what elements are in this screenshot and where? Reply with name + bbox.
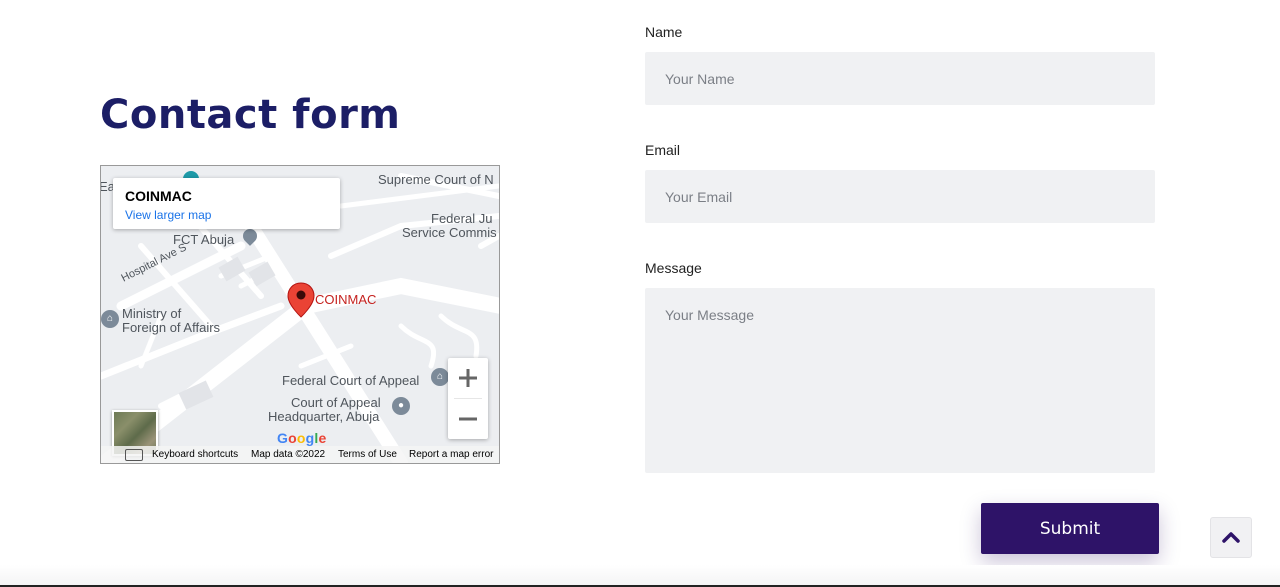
message-textarea[interactable]	[645, 288, 1155, 473]
page-title: Contact form	[100, 92, 401, 138]
map-zoom-controls	[448, 358, 488, 439]
location-icon: ●	[392, 397, 410, 415]
map-label-service-commission: Service Commis	[402, 225, 497, 240]
view-larger-map-link[interactable]: View larger map	[125, 208, 211, 222]
map-label-supreme-court: Supreme Court of N	[378, 172, 494, 187]
google-logo: Google	[277, 430, 327, 446]
map-label-court-appeal-hq-1: Court of Appeal	[291, 395, 381, 410]
map-pin-label: COINMAC	[315, 292, 377, 307]
message-label: Message	[645, 260, 702, 276]
map-label-ministry-1: Ministry of	[122, 306, 182, 321]
name-label: Name	[645, 24, 683, 40]
submit-button[interactable]: Submit	[981, 503, 1159, 554]
chevron-up-icon	[1222, 532, 1240, 543]
map-label-federal-judicial: Federal Ju	[431, 211, 493, 226]
map-label-court-appeal-hq-2: Headquarter, Abuja	[268, 409, 380, 424]
keyboard-icon	[125, 449, 143, 461]
email-input[interactable]	[645, 170, 1155, 223]
map-info-card: COINMAC View larger map	[113, 178, 340, 229]
plus-icon	[459, 369, 477, 387]
terms-of-use-link[interactable]: Terms of Use	[338, 449, 397, 460]
email-label: Email	[645, 142, 681, 158]
landmark-icon: ⌂	[431, 368, 449, 386]
name-input[interactable]	[645, 52, 1155, 105]
map-label-ministry-2: Foreign of Affairs	[122, 320, 221, 335]
footer-shade	[0, 565, 1280, 587]
landmark-icon: ⌂	[101, 310, 119, 328]
zoom-out-button[interactable]	[448, 399, 488, 439]
zoom-in-button[interactable]	[448, 358, 488, 398]
keyboard-shortcuts-link[interactable]: Keyboard shortcuts	[152, 449, 238, 460]
map-attribution-bar: Keyboard shortcuts Map data ©2022 Terms …	[101, 446, 499, 463]
map-data-text: Map data ©2022	[251, 449, 326, 460]
map-pin-icon[interactable]	[287, 282, 315, 318]
map-label-federal-court-appeal: Federal Court of Appeal	[282, 373, 420, 388]
map-embed[interactable]: Ea Supreme Court of N Federal Ju Service…	[100, 165, 500, 464]
back-to-top-button[interactable]	[1210, 517, 1252, 558]
minus-icon	[459, 417, 477, 421]
map-info-title: COINMAC	[125, 188, 192, 204]
report-map-error-link[interactable]: Report a map error	[409, 449, 493, 460]
